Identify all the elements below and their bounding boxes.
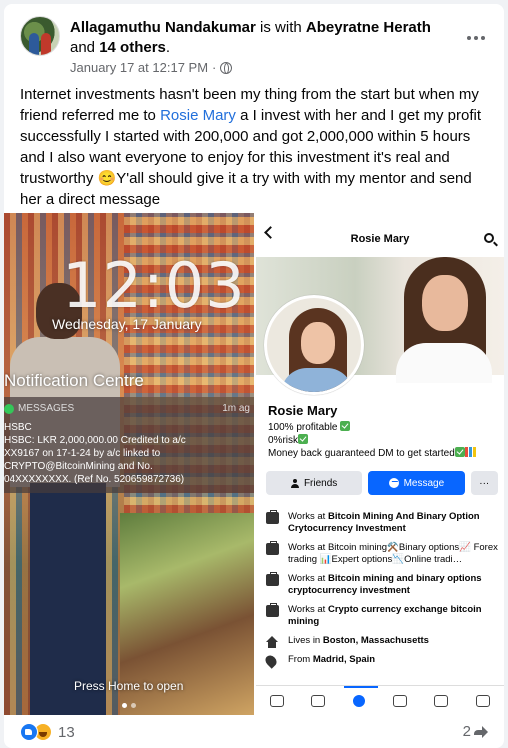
- photo-grid: 12:03 Wednesday, 17 January Notification…: [4, 213, 504, 715]
- avatar-figure: [41, 33, 51, 55]
- press-home-hint: Press Home to open: [74, 679, 184, 693]
- messages-icon: [4, 403, 14, 414]
- check-icon: [454, 447, 465, 457]
- meta-separator: ·: [212, 60, 217, 75]
- briefcase-icon: [266, 572, 279, 586]
- reactions-summary[interactable]: 13: [20, 723, 75, 741]
- post-card: Allagamuthu Nandakumar is with Abeyratne…: [4, 4, 504, 748]
- reaction-count: 13: [58, 723, 75, 741]
- post-body: Internet investments hasn't been my thin…: [20, 84, 496, 210]
- detail-work-1: Works at Bitcoin Mining And Binary Optio…: [266, 510, 502, 535]
- video-tab-icon: [311, 694, 326, 707]
- detail-work-3: Works at Bitcoin mining and binary optio…: [266, 572, 502, 597]
- check-icon: [340, 421, 351, 431]
- bio-line-1: 100% profitable: [268, 422, 341, 433]
- profile-name: Rosie Mary: [268, 403, 338, 418]
- briefcase-icon: [266, 603, 279, 617]
- bell-icon: [434, 694, 449, 707]
- bio-line-3: Money back guaranteed DM to get started: [268, 448, 455, 459]
- author-line: Allagamuthu Nandakumar is with Abeyratne…: [70, 18, 460, 58]
- with-text: is with: [255, 19, 306, 36]
- notification-app: MESSAGES: [18, 403, 75, 414]
- post-header: Allagamuthu Nandakumar is with Abeyratne…: [20, 16, 492, 76]
- lockscreen-photo[interactable]: 12:03 Wednesday, 17 January Notification…: [4, 213, 254, 715]
- profile-topbar-title: Rosie Mary: [350, 233, 410, 245]
- author-name[interactable]: Allagamuthu Nandakumar: [70, 19, 256, 36]
- lockscreen-time: 12:03: [62, 249, 246, 322]
- more-label: ···: [479, 477, 490, 489]
- briefcase-icon: [266, 541, 279, 555]
- detail-work-4: Works at Crypto currency exchange bitcoi…: [266, 603, 502, 628]
- avatar-figure: [29, 33, 39, 55]
- briefcase-icon: [266, 510, 279, 524]
- page-dots: [122, 703, 136, 708]
- tagged-others[interactable]: 14 others: [99, 39, 166, 56]
- friends-label: Friends: [303, 477, 338, 489]
- profile-details: Works at Bitcoin Mining And Binary Optio…: [263, 510, 502, 673]
- nav-active-indicator: [344, 686, 378, 688]
- search-icon: [484, 233, 494, 243]
- bio-line-2: 0%risk: [268, 435, 299, 446]
- profile-more-button: ···: [470, 471, 498, 495]
- post-timestamp[interactable]: January 17 at 12:17 PM: [70, 60, 208, 75]
- message-button: Message: [368, 471, 465, 495]
- bottom-nav: [256, 685, 504, 715]
- and-text: and: [70, 39, 96, 56]
- mention-link[interactable]: Rosie Mary: [160, 107, 236, 124]
- profile-screenshot[interactable]: Rosie Mary Rosie Mary 100% profitable 0%…: [256, 213, 504, 715]
- more-options-button[interactable]: [462, 30, 490, 46]
- post-meta: January 17 at 12:17 PM ·: [70, 60, 233, 75]
- notification-age: 1m ag: [222, 403, 250, 414]
- share-summary[interactable]: 2: [463, 723, 488, 740]
- sms-notification: MESSAGES 1m ag HSBC HSBC: LKR 2,000,000.…: [4, 397, 254, 493]
- detail-work-2: Works at Bitcoin mining⚒️Binary options📈…: [266, 541, 502, 566]
- profile-bio: 100% profitable 0%risk Money back guaran…: [268, 421, 476, 460]
- share-icon: [474, 725, 488, 738]
- marketplace-tab-icon: [392, 694, 407, 707]
- detail-lives: Lives in Boston, Massachusetts: [266, 635, 502, 648]
- home-icon: [266, 636, 278, 648]
- friends-tab-icon: [353, 694, 366, 707]
- notification-centre-label: Notification Centre: [4, 371, 144, 390]
- detail-from: From Madrid, Spain: [263, 653, 502, 669]
- chart-icon: [464, 447, 476, 457]
- like-icon: [20, 723, 38, 741]
- profile-actions: Friends Message ···: [266, 471, 498, 495]
- profile-topbar: Rosie Mary: [256, 213, 504, 257]
- author-avatar[interactable]: [20, 16, 60, 56]
- home-tab-icon: [269, 694, 284, 707]
- menu-icon: [476, 694, 491, 707]
- messenger-icon: [388, 478, 399, 488]
- check-icon: [298, 434, 309, 444]
- post-footer: 13 2: [4, 715, 504, 748]
- location-pin-icon: [263, 653, 279, 669]
- message-label: Message: [403, 477, 445, 489]
- tagged-person[interactable]: Abeyratne Herath: [306, 19, 431, 36]
- share-count: 2: [462, 723, 471, 740]
- profile-picture: [264, 295, 364, 395]
- friends-button: Friends: [266, 471, 363, 495]
- person-icon: [290, 478, 299, 488]
- notification-header: MESSAGES 1m ag: [4, 403, 254, 414]
- globe-icon: [220, 61, 233, 74]
- period-text: .: [165, 39, 171, 56]
- lockscreen-date: Wednesday, 17 January: [52, 316, 202, 332]
- notification-body: HSBC HSBC: LKR 2,000,000.00 Credited to …: [4, 422, 186, 485]
